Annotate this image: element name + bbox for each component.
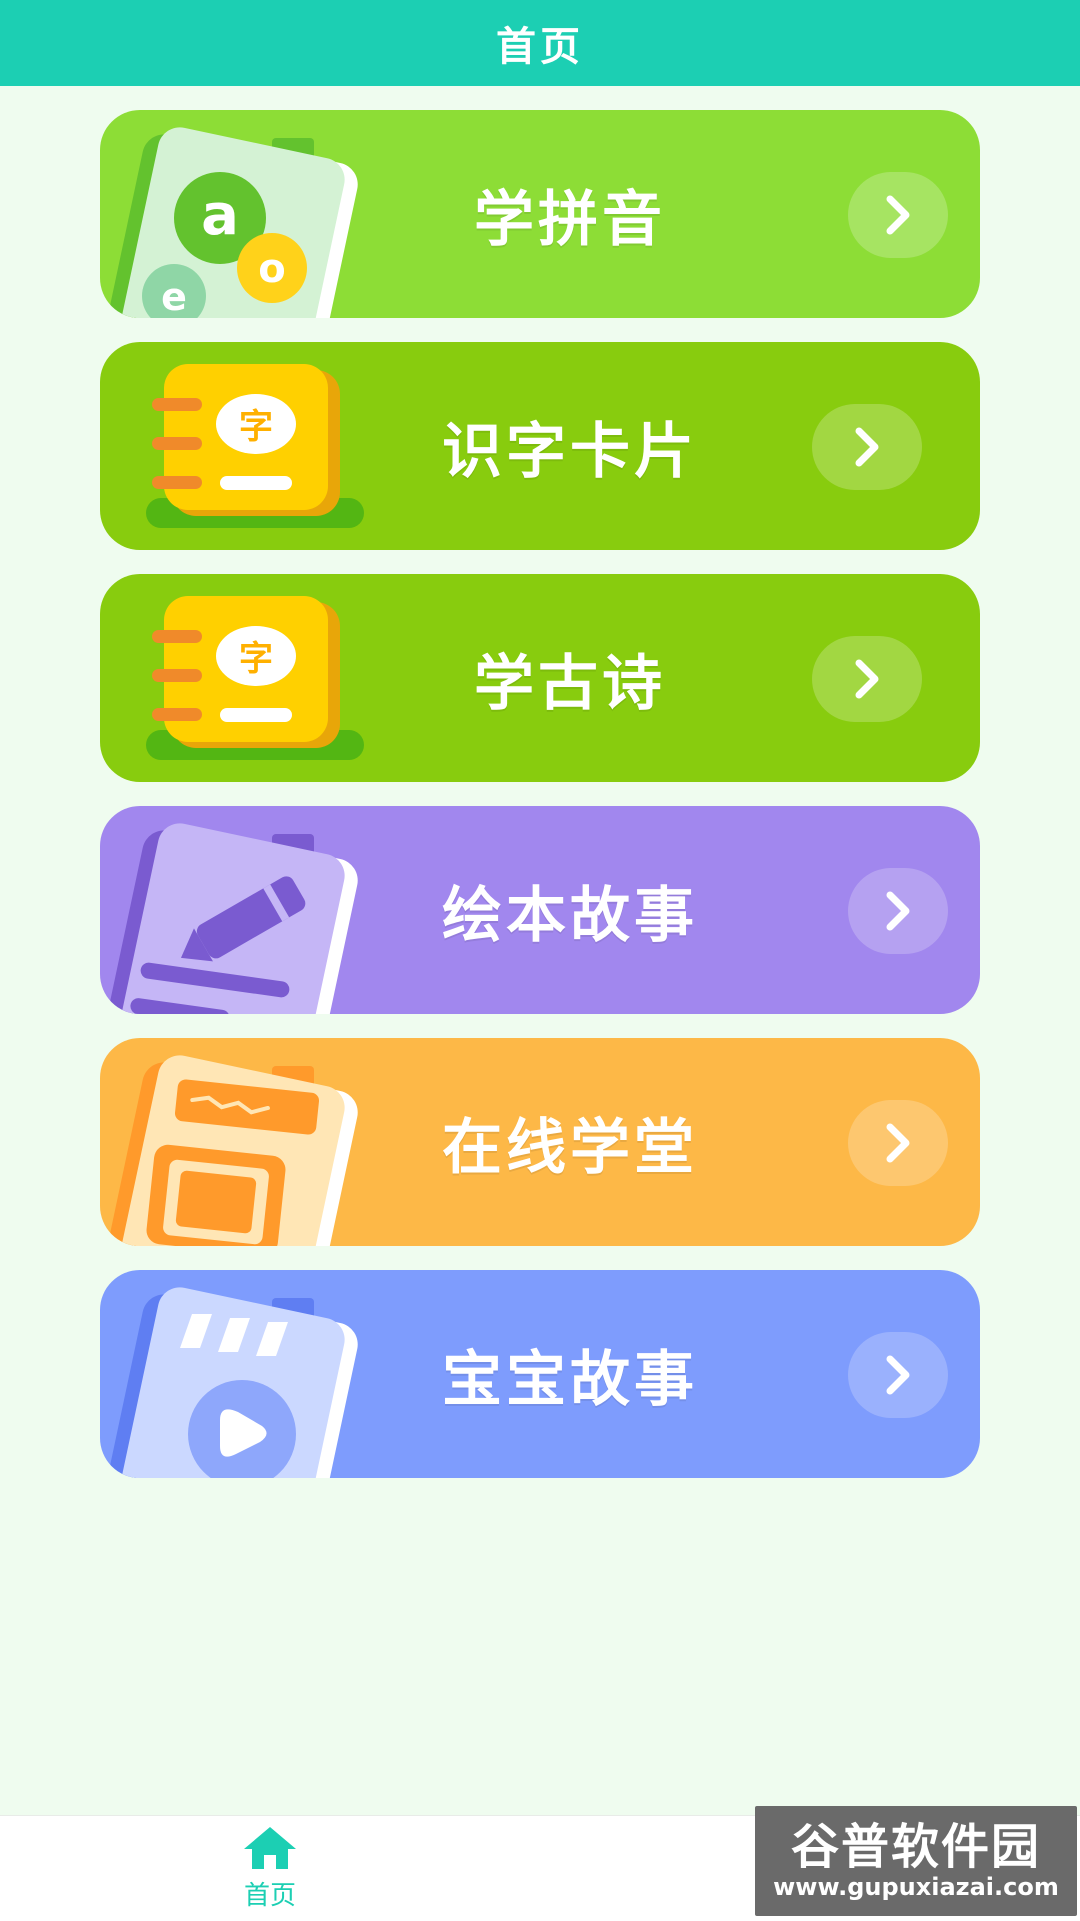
chevron-right-icon[interactable] bbox=[848, 172, 948, 258]
watermark-title: 谷普软件园 bbox=[790, 1818, 1041, 1875]
home-icon bbox=[244, 1827, 296, 1869]
menu-card-ancient-poems[interactable]: 字 学古诗 bbox=[100, 574, 980, 782]
watermark-url: www.gupuxiazai.com bbox=[773, 1873, 1059, 1902]
video-story-icon bbox=[105, 1287, 358, 1478]
menu-card-label: 宝宝故事 bbox=[442, 1344, 698, 1415]
tab-home-label: 首页 bbox=[243, 1881, 296, 1911]
chevron-right-icon[interactable] bbox=[848, 868, 948, 954]
menu-card-online-class[interactable]: 在线学堂 bbox=[100, 1038, 980, 1246]
character-card-icon: 字 bbox=[146, 596, 364, 760]
picture-book-icon bbox=[105, 823, 358, 1014]
page-title: 首页 bbox=[0, 0, 1080, 86]
menu-card-baby-stories[interactable]: 宝宝故事 bbox=[100, 1270, 980, 1478]
menu-card-label: 绘本故事 bbox=[442, 880, 698, 951]
zi-character: 字 bbox=[239, 407, 273, 447]
letter-o: o bbox=[258, 246, 285, 292]
menu-card-picture-books[interactable]: 绘本故事 bbox=[100, 806, 980, 1014]
menu-card-label: 识字卡片 bbox=[442, 416, 698, 487]
pinyin-book-icon: a o e bbox=[105, 127, 358, 318]
chevron-right-icon[interactable] bbox=[812, 404, 922, 490]
online-class-icon bbox=[105, 1055, 358, 1246]
letter-a: a bbox=[201, 183, 239, 248]
watermark-logo: 谷普软件园 www.gupuxiazai.com bbox=[755, 1806, 1077, 1916]
menu-card-character-cards[interactable]: 字 识字卡片 bbox=[100, 342, 980, 550]
menu-card-label: 学拼音 bbox=[474, 184, 666, 255]
chevron-right-icon[interactable] bbox=[812, 636, 922, 722]
tab-home[interactable]: 首页 bbox=[0, 1816, 540, 1921]
zi-character: 字 bbox=[239, 639, 273, 679]
character-card-icon: 字 bbox=[146, 364, 364, 528]
chevron-right-icon[interactable] bbox=[848, 1100, 948, 1186]
menu-card-label: 学古诗 bbox=[474, 648, 666, 719]
menu-card-label: 在线学堂 bbox=[442, 1112, 698, 1183]
letter-e: e bbox=[161, 275, 187, 318]
chevron-right-icon[interactable] bbox=[848, 1332, 948, 1418]
menu-card-pinyin[interactable]: a o e 学拼音 bbox=[100, 110, 980, 318]
